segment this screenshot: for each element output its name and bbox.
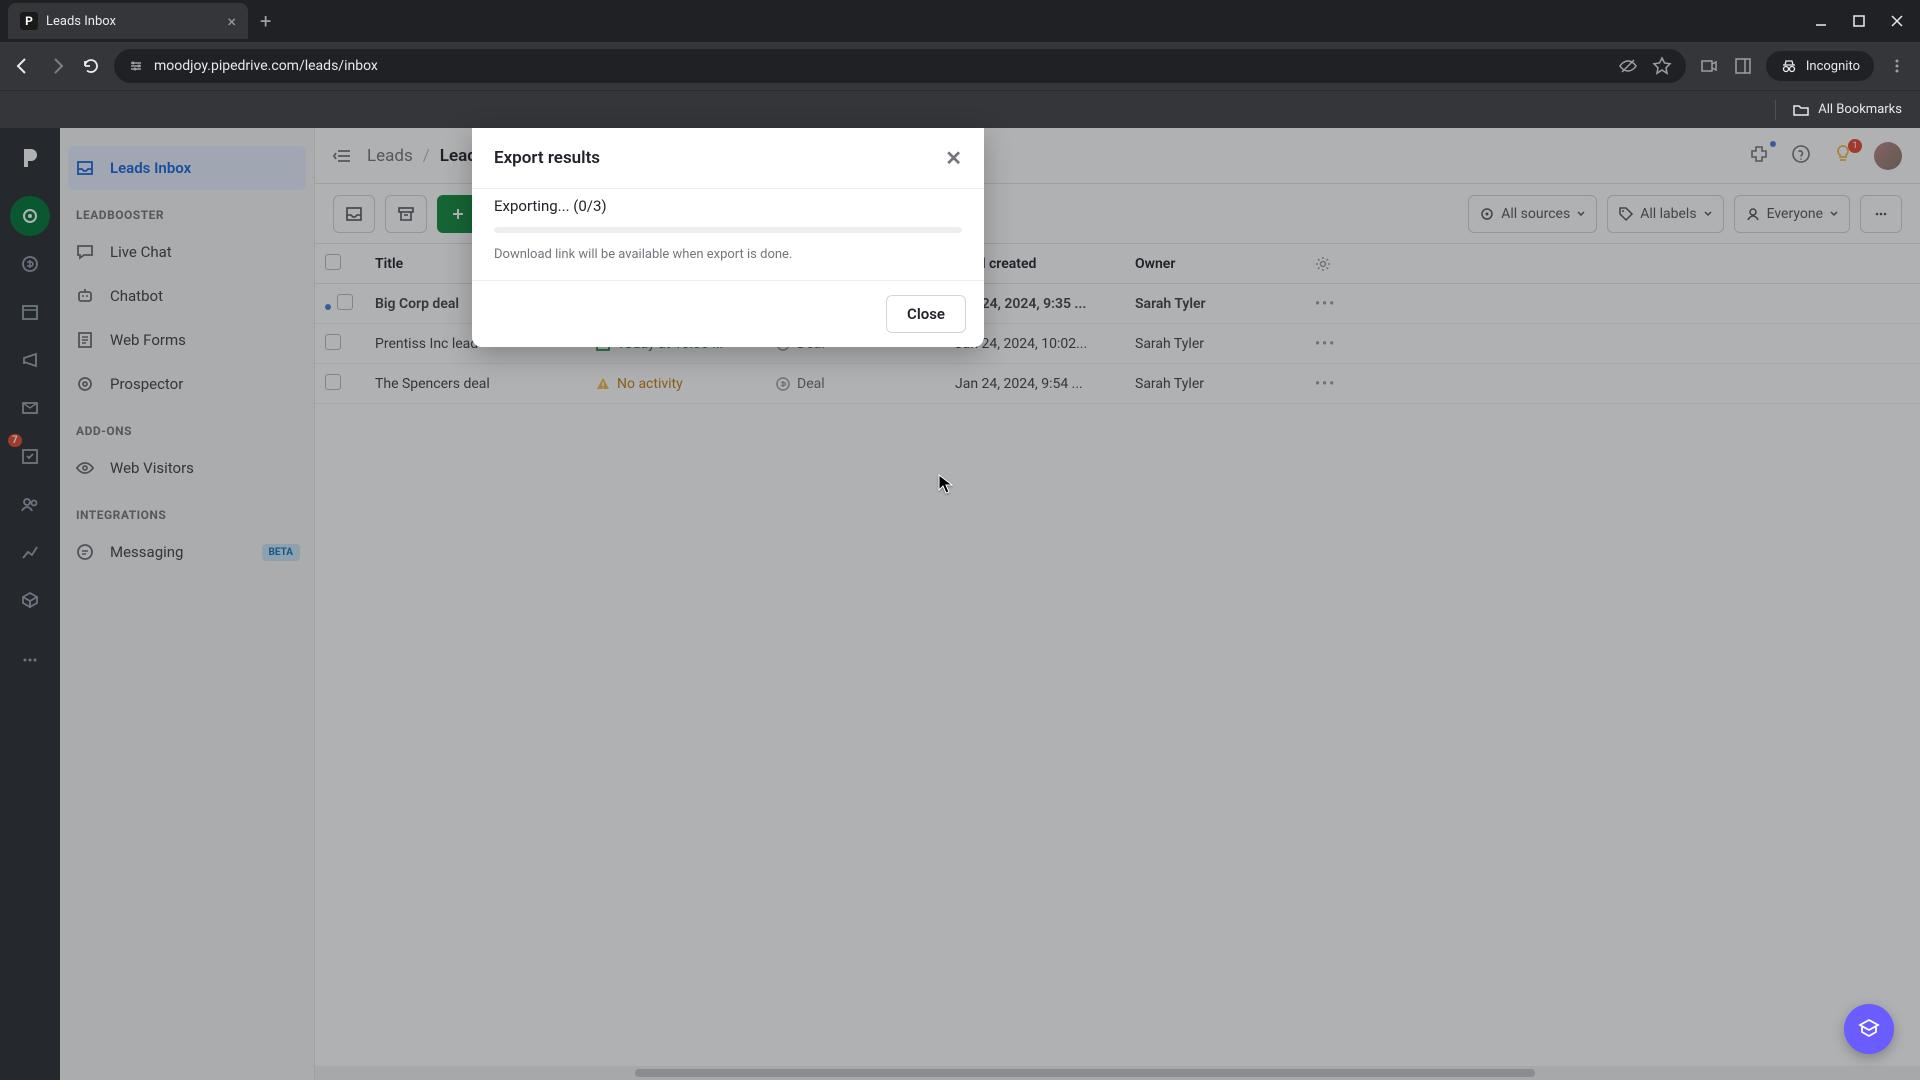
maximize-icon[interactable] bbox=[1852, 14, 1866, 28]
minimize-icon[interactable] bbox=[1814, 14, 1828, 28]
modal-title: Export results bbox=[494, 148, 600, 168]
export-modal: Export results ✕ Exporting... (0/3) Down… bbox=[472, 128, 984, 347]
modal-footer: Close bbox=[472, 281, 984, 347]
site-settings-icon[interactable] bbox=[128, 58, 144, 74]
forward-icon[interactable] bbox=[46, 55, 68, 77]
more-icon[interactable] bbox=[1886, 55, 1908, 77]
window-controls bbox=[1814, 14, 1920, 28]
modal-body: Exporting... (0/3) Download link will be… bbox=[472, 188, 984, 281]
close-button[interactable]: Close bbox=[886, 295, 966, 333]
close-icon[interactable]: × bbox=[227, 12, 236, 31]
app: 7 Leads Inbox LEADBOOSTER Live Chat Chat… bbox=[0, 128, 1920, 1080]
tab-bar: P Leads Inbox × + bbox=[0, 0, 1920, 42]
tab-title: Leads Inbox bbox=[46, 14, 116, 29]
bookmarks-bar: All Bookmarks bbox=[0, 90, 1920, 128]
help-fab[interactable] bbox=[1844, 1004, 1894, 1054]
folder-icon bbox=[1792, 101, 1810, 119]
back-icon[interactable] bbox=[12, 55, 34, 77]
panel-icon[interactable] bbox=[1732, 55, 1754, 77]
all-bookmarks-button[interactable]: All Bookmarks bbox=[1792, 101, 1902, 119]
export-hint: Download link will be available when exp… bbox=[494, 247, 962, 262]
reload-icon[interactable] bbox=[80, 55, 102, 77]
close-window-icon[interactable] bbox=[1890, 14, 1904, 28]
incognito-icon bbox=[1780, 57, 1798, 75]
modal-close-icon[interactable]: ✕ bbox=[945, 146, 962, 170]
modal-header: Export results ✕ bbox=[472, 128, 984, 188]
incognito-badge[interactable]: Incognito bbox=[1766, 51, 1874, 81]
media-icon[interactable] bbox=[1698, 55, 1720, 77]
url-bar: moodjoy.pipedrive.com/leads/inbox Incogn… bbox=[0, 42, 1920, 90]
browser-chrome: P Leads Inbox × + moodjoy.pipedrive.com/… bbox=[0, 0, 1920, 128]
eye-off-icon[interactable] bbox=[1618, 56, 1638, 76]
star-icon[interactable] bbox=[1652, 56, 1672, 76]
incognito-label: Incognito bbox=[1806, 59, 1860, 74]
all-bookmarks-label: All Bookmarks bbox=[1818, 102, 1902, 117]
export-status: Exporting... (0/3) bbox=[494, 197, 962, 215]
url-text: moodjoy.pipedrive.com/leads/inbox bbox=[154, 58, 378, 74]
tab-favicon: P bbox=[20, 12, 38, 30]
browser-tab[interactable]: P Leads Inbox × bbox=[8, 3, 248, 39]
url-field[interactable]: moodjoy.pipedrive.com/leads/inbox bbox=[114, 49, 1686, 83]
progress-bar bbox=[494, 227, 962, 233]
new-tab-button[interactable]: + bbox=[260, 9, 271, 33]
